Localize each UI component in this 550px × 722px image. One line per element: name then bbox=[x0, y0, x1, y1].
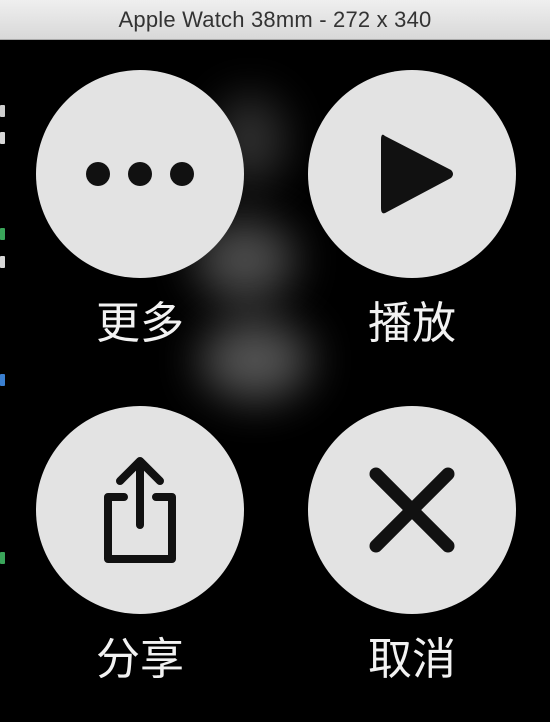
simulator-window: Apple Watch 38mm - 272 x 340 更多 播放 分享 取消 bbox=[0, 0, 550, 722]
more-button-circle[interactable] bbox=[36, 70, 244, 278]
share-button-circle[interactable] bbox=[36, 406, 244, 614]
share-label: 分享 bbox=[96, 634, 184, 685]
play-button-circle[interactable] bbox=[308, 70, 516, 278]
edge-artifact bbox=[0, 105, 5, 117]
window-titlebar[interactable]: Apple Watch 38mm - 272 x 340 bbox=[0, 0, 550, 40]
edge-artifact bbox=[0, 552, 5, 564]
play-button[interactable]: 播放 bbox=[308, 70, 518, 370]
edge-artifact bbox=[0, 132, 5, 144]
share-icon bbox=[100, 455, 180, 565]
more-label: 更多 bbox=[96, 298, 184, 349]
cancel-label: 取消 bbox=[368, 634, 456, 685]
play-icon bbox=[375, 128, 457, 220]
edge-artifact bbox=[0, 228, 5, 240]
share-button[interactable]: 分享 bbox=[36, 406, 246, 706]
more-button[interactable]: 更多 bbox=[36, 70, 246, 370]
cancel-button-circle[interactable] bbox=[308, 406, 516, 614]
play-label: 播放 bbox=[368, 298, 456, 349]
close-icon bbox=[366, 464, 458, 556]
ellipsis-icon bbox=[84, 159, 196, 189]
edge-artifact bbox=[0, 256, 5, 268]
window-title: Apple Watch 38mm - 272 x 340 bbox=[118, 6, 432, 32]
edge-artifact bbox=[0, 374, 5, 386]
cancel-button[interactable]: 取消 bbox=[308, 406, 518, 706]
